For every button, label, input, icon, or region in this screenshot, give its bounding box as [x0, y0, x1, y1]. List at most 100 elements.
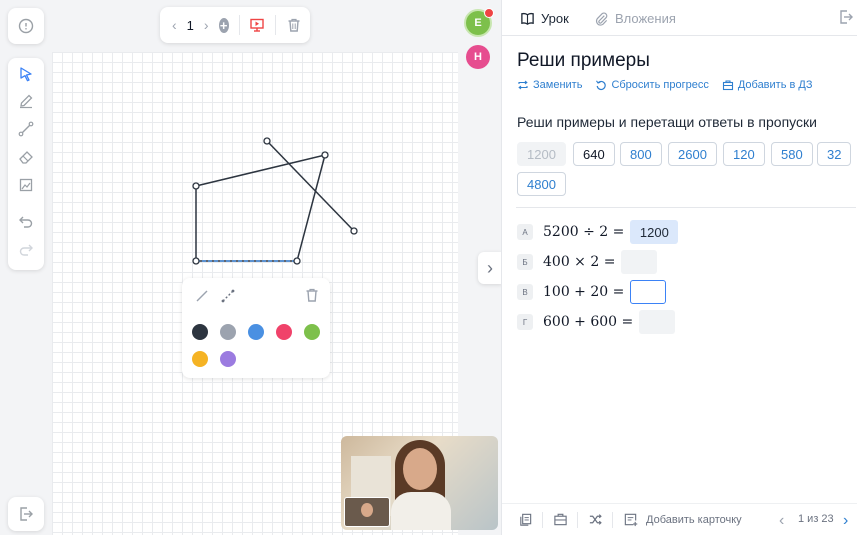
avatar-initial: H	[474, 51, 482, 63]
toolbar-divider	[238, 15, 240, 35]
close-panel-icon[interactable]	[838, 9, 854, 25]
reset-progress-button[interactable]: Сбросить прогресс	[595, 79, 709, 91]
self-view-video[interactable]	[344, 497, 390, 527]
toolbar-divider	[612, 511, 613, 528]
equation-letter: В	[517, 284, 533, 300]
equation-letter: А	[517, 224, 533, 240]
equation-row: А 5200 ÷ 2 = 1200	[517, 220, 679, 244]
present-icon[interactable]	[249, 17, 265, 33]
answer-chip[interactable]: 4800	[517, 172, 566, 196]
equation-letter: Б	[517, 254, 533, 270]
answer-chip[interactable]: 1200	[517, 142, 566, 166]
chat-button[interactable]	[8, 8, 44, 44]
avatar-initial: E	[474, 17, 482, 29]
tab-attachments-label: Вложения	[615, 10, 676, 26]
exit-icon	[18, 506, 34, 522]
equation-expression: 600 + 600 =	[543, 314, 634, 330]
shape-style-popup	[182, 278, 330, 378]
toolbar-divider	[577, 511, 578, 528]
answer-chip[interactable]: 32	[817, 142, 852, 166]
trash-icon[interactable]	[304, 287, 320, 303]
copy-icon[interactable]	[517, 512, 533, 528]
divider	[516, 207, 856, 208]
equation-expression: 400 × 2 =	[543, 254, 616, 270]
answer-chip[interactable]: 640	[573, 142, 615, 166]
collapse-panel-button[interactable]: ›	[478, 252, 501, 284]
book-icon	[520, 11, 535, 26]
page-title: Реши примеры	[517, 50, 650, 71]
add-page-icon[interactable]: +	[218, 17, 229, 33]
card-toolbar: Добавить карточку ‹ 1 из 23 ›	[502, 503, 857, 535]
answer-slot[interactable]	[630, 280, 667, 304]
tab-attachments[interactable]: Вложения	[594, 0, 676, 36]
line-style-icon[interactable]	[194, 288, 210, 304]
color-swatch[interactable]	[192, 324, 208, 340]
image-icon[interactable]	[18, 177, 34, 193]
task-instruction: Реши примеры и перетащи ответы в пропуск…	[517, 114, 817, 130]
card-page-count: 1 из 23	[798, 513, 834, 525]
chevron-left-icon[interactable]: ‹	[779, 512, 784, 530]
answer-slot[interactable]	[621, 250, 658, 274]
toolbar-divider	[275, 15, 276, 35]
tab-lesson-label: Урок	[541, 10, 569, 26]
equation-row: Б 400 × 2 =	[517, 250, 658, 274]
whiteboard[interactable]: ‹ 1 › + E H ›	[0, 0, 501, 535]
color-swatch[interactable]	[220, 351, 236, 367]
add-card-button[interactable]: Добавить карточку	[646, 514, 742, 526]
page-toolbar: ‹ 1 › +	[160, 7, 310, 43]
briefcase-icon	[722, 80, 733, 91]
swap-icon	[518, 80, 528, 90]
add-card-icon[interactable]	[622, 512, 638, 528]
select-icon[interactable]	[18, 66, 34, 82]
chevron-right-icon: ›	[487, 257, 493, 278]
color-swatch[interactable]	[304, 324, 320, 340]
panel-tabs: Урок Вложения	[502, 0, 857, 36]
tab-lesson[interactable]: Урок	[520, 0, 569, 36]
tool-palette	[8, 58, 44, 270]
lesson-actions: Заменить Сбросить прогресс Добавить в ДЗ	[517, 79, 813, 91]
reset-icon	[596, 80, 607, 91]
add-to-homework-label: Добавить в ДЗ	[737, 79, 813, 91]
equation-row: Г 600 + 600 =	[517, 310, 676, 334]
replace-button[interactable]: Заменить	[517, 79, 582, 91]
answer-chip[interactable]: 580	[771, 142, 813, 166]
shuffle-icon[interactable]	[587, 512, 603, 528]
undo-icon[interactable]	[18, 213, 34, 229]
redo-icon[interactable]	[18, 241, 34, 257]
dashed-line-style-icon[interactable]	[220, 288, 236, 304]
avatar[interactable]: E	[464, 8, 494, 37]
color-swatch[interactable]	[220, 324, 236, 340]
eraser-icon[interactable]	[18, 149, 34, 165]
chevron-right-icon[interactable]: ›	[204, 17, 209, 33]
answer-slot[interactable]: 1200	[630, 220, 679, 244]
answer-chip[interactable]: 800	[620, 142, 662, 166]
equation-letter: Г	[517, 314, 533, 330]
color-swatch[interactable]	[192, 351, 208, 367]
trash-icon[interactable]	[286, 17, 302, 33]
color-swatch[interactable]	[276, 324, 292, 340]
answer-slot[interactable]	[639, 310, 676, 334]
video-call-window[interactable]	[341, 436, 498, 530]
answer-chip[interactable]: 120	[723, 142, 765, 166]
answer-chip[interactable]: 2600	[668, 142, 717, 166]
avatar[interactable]: H	[466, 45, 490, 69]
pencil-icon[interactable]	[18, 93, 34, 109]
chevron-left-icon[interactable]: ‹	[172, 17, 177, 33]
toolbar-divider	[542, 511, 543, 528]
paperclip-icon	[594, 11, 609, 26]
equation-expression: 100 + 20 =	[543, 284, 625, 300]
line-icon[interactable]	[18, 121, 34, 137]
lesson-panel: Урок Вложения Реши примеры Заменить Сбро…	[501, 0, 857, 535]
equation-row: В 100 + 20 =	[517, 280, 667, 304]
reset-progress-label: Сбросить прогресс	[611, 79, 709, 91]
recording-indicator	[484, 8, 494, 18]
chevron-right-icon[interactable]: ›	[843, 512, 848, 530]
page-number: 1	[186, 17, 194, 33]
equation-expression: 5200 ÷ 2 =	[543, 224, 625, 240]
exit-board-button[interactable]	[8, 497, 44, 531]
chat-icon	[18, 18, 34, 34]
color-swatch[interactable]	[248, 324, 264, 340]
add-to-homework-button[interactable]: Добавить в ДЗ	[722, 79, 813, 91]
video-person-body	[391, 492, 451, 530]
briefcase-icon[interactable]	[552, 512, 568, 528]
